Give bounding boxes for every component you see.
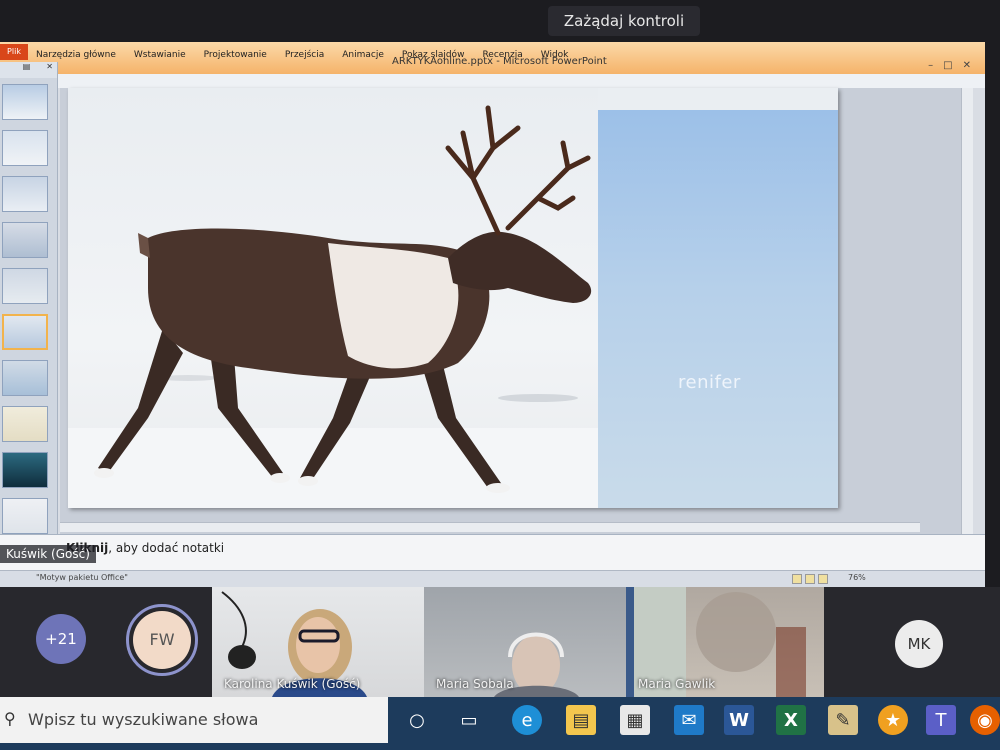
word-icon[interactable]: W [724, 705, 754, 735]
thumbnail-pane-header: ▤ ✕ [0, 62, 57, 78]
slide-caption: renifer [678, 372, 741, 393]
file-explorer-icon[interactable]: ▤ [566, 705, 596, 735]
participant-video-tile: Karolina Kuświk (Gość) [212, 587, 424, 697]
participant-avatar-mk: MK [895, 620, 943, 668]
participant-name: Maria Sobala [436, 677, 514, 691]
mail-icon[interactable]: ✉ [674, 705, 704, 735]
notes-placeholder-rest: , aby dodać notatki [108, 541, 225, 555]
tab-animations[interactable]: Animacje [342, 50, 384, 68]
search-icon: ⚲ [4, 709, 16, 728]
maximize-icon[interactable]: □ [943, 60, 952, 71]
reading-view-icon[interactable] [818, 574, 828, 584]
participants-strip: +21 FW Karolina Kuświk (Gość) Maria Soba… [0, 587, 1000, 697]
ribbon-collapsed-row [0, 74, 985, 88]
horizontal-scrollbar[interactable] [60, 522, 920, 532]
powerpoint-title-bar: Plik Narzędzia główne Wstawianie Projekt… [0, 42, 985, 74]
request-control-button[interactable]: Zażądaj kontroli [548, 6, 700, 36]
edge-icon[interactable]: e [512, 705, 542, 735]
current-slide[interactable]: renifer [68, 88, 838, 508]
pane-close-icon[interactable]: ✕ [46, 62, 53, 78]
shared-powerpoint-window: Plik Narzędzia główne Wstawianie Projekt… [0, 42, 985, 587]
caption-panel: renifer [598, 110, 838, 508]
window-controls: – □ ✕ [928, 60, 971, 71]
slide-sorter-icon[interactable] [805, 574, 815, 584]
presenter-name-tag: Kuświk (Gość) [0, 545, 96, 563]
vertical-scrollbar[interactable] [961, 88, 973, 562]
slide-thumbnail[interactable] [2, 130, 48, 166]
more-participants-badge[interactable]: +21 [36, 614, 86, 664]
cortana-icon[interactable]: ○ [402, 705, 432, 735]
file-tab[interactable]: Plik [0, 44, 28, 60]
firefox-icon[interactable]: ◉ [970, 705, 1000, 735]
normal-view-icon[interactable] [792, 574, 802, 584]
paint-icon[interactable]: ✎ [828, 705, 858, 735]
slide-thumbnail-pane: ▤ ✕ [0, 62, 58, 562]
slide-thumbnail[interactable] [2, 176, 48, 212]
tab-transitions[interactable]: Przejścia [285, 50, 324, 68]
status-bar: "Motyw pakietu Office" 76% [0, 570, 985, 587]
participant-name: Maria Gawlik [638, 677, 716, 691]
excel-icon[interactable]: X [776, 705, 806, 735]
participant-video-tile: Maria Sobala [424, 587, 626, 697]
teams-icon[interactable]: T [926, 705, 956, 735]
pane-options-icon[interactable]: ▤ [23, 62, 31, 78]
tab-design[interactable]: Projektowanie [204, 50, 267, 68]
slide-thumbnail[interactable] [2, 452, 48, 488]
slide-thumbnail[interactable] [2, 360, 48, 396]
participant-name: Karolina Kuświk (Gość) [224, 677, 361, 691]
slide-editing-area: renifer [60, 88, 970, 564]
reindeer-illustration [68, 105, 598, 508]
slide-thumbnail[interactable] [2, 84, 48, 120]
zoom-level[interactable]: 76% [848, 573, 866, 582]
close-icon[interactable]: ✕ [963, 60, 971, 71]
meeting-control-bar: Zażądaj kontroli [0, 0, 1000, 42]
view-buttons [792, 574, 828, 584]
puzzle-icon[interactable]: ★ [878, 705, 908, 735]
slide-thumbnail-selected[interactable] [2, 314, 48, 350]
status-theme: "Motyw pakietu Office" [36, 573, 128, 582]
participant-avatar-fw: FW [126, 604, 198, 676]
slide-thumbnail[interactable] [2, 498, 48, 534]
store-icon[interactable]: ▦ [620, 705, 650, 735]
slide-thumbnail[interactable] [2, 406, 48, 442]
screen: Zażądaj kontroli Plik Narzędzia główne W… [0, 0, 1000, 750]
reindeer-photo [68, 88, 598, 508]
notes-pane[interactable]: Kliknij, aby dodać notatki [0, 534, 985, 570]
participant-video-tile: Maria Gawlik [626, 587, 824, 697]
slide-thumbnail[interactable] [2, 268, 48, 304]
task-view-icon[interactable]: ▭ [454, 705, 484, 735]
taskbar-search-box[interactable]: ⚲ Wpisz tu wyszukiwane słowa [0, 697, 388, 743]
tab-insert[interactable]: Wstawianie [134, 50, 186, 68]
minimize-icon[interactable]: – [928, 60, 933, 71]
avatar-initials-fw: FW [133, 611, 191, 669]
window-title: ARKTYKAonline.pptx - Microsoft PowerPoin… [392, 56, 607, 67]
slide-thumbnail[interactable] [2, 222, 48, 258]
windows-taskbar: ⚲ Wpisz tu wyszukiwane słowa ○ ▭ e ▤ ▦ ✉… [0, 697, 1000, 750]
search-placeholder: Wpisz tu wyszukiwane słowa [28, 710, 259, 729]
